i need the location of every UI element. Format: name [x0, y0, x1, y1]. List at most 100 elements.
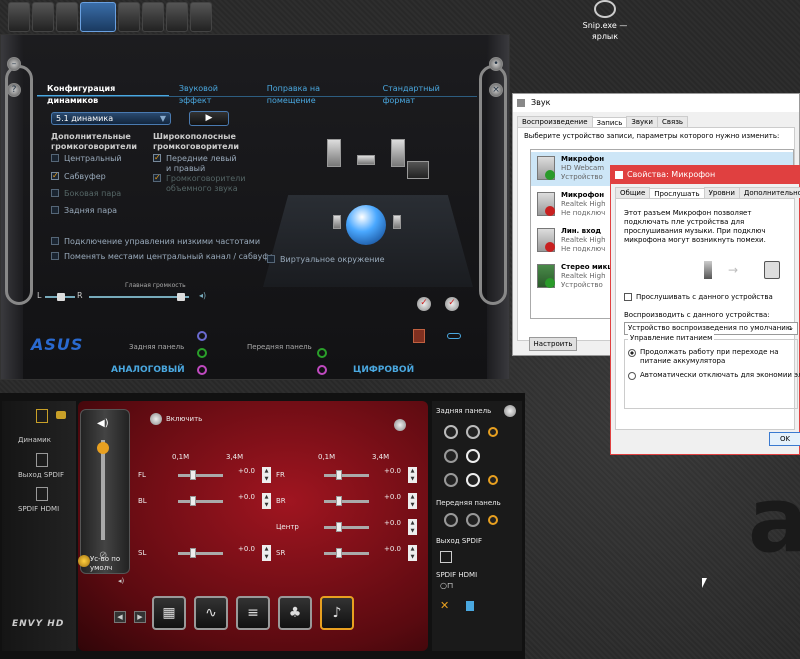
taskbar-search-icon[interactable]: [190, 2, 212, 32]
channel-stepper[interactable]: ▲ ▼: [262, 545, 271, 561]
ok-button[interactable]: OK: [769, 432, 800, 446]
center-speaker-icon[interactable]: [357, 155, 375, 165]
slider-thumb[interactable]: [190, 548, 196, 558]
default-device-toggle[interactable]: [78, 555, 90, 567]
check-subwoofer[interactable]: ✓ Сабвуфер: [51, 172, 106, 182]
channel-stepper[interactable]: ▲ ▼: [408, 493, 417, 509]
sidebar-item-hdmi[interactable]: SPDIF HDMI: [18, 505, 59, 513]
tab-sound-effect[interactable]: Звуковой эффект: [169, 83, 257, 105]
radio-button[interactable]: [628, 349, 636, 357]
taskbar-webcam-icon[interactable]: [80, 2, 116, 32]
slider-thumb[interactable]: [336, 522, 342, 532]
channel-slider[interactable]: [178, 470, 223, 480]
analog-label[interactable]: АНАЛОГОВЫЙ: [111, 365, 185, 375]
settings-icon[interactable]: •: [489, 57, 503, 71]
snip-shortcut[interactable]: Snip.exe — ярлык: [576, 0, 634, 42]
power-icon[interactable]: [504, 405, 516, 417]
jack-icon[interactable]: [488, 515, 498, 525]
front-left-speaker-icon[interactable]: [327, 139, 341, 167]
mixer-icon[interactable]: ▦: [152, 596, 186, 630]
slider-thumb[interactable]: [190, 496, 196, 506]
slider-thumb[interactable]: [336, 496, 342, 506]
taskbar-app-icon[interactable]: [166, 2, 188, 32]
taskbar-app-icon[interactable]: [142, 2, 164, 32]
balance-thumb[interactable]: [57, 293, 65, 301]
checkbox[interactable]: [51, 206, 59, 214]
enable-toggle[interactable]: [150, 413, 162, 425]
check-front-lr[interactable]: ✓ Передние левый и правый: [153, 154, 243, 174]
tab-sounds[interactable]: Звуки: [626, 116, 658, 127]
checkbox[interactable]: [51, 154, 59, 162]
radio-button[interactable]: [628, 372, 636, 380]
slider-thumb[interactable]: [190, 470, 196, 480]
tab-playback[interactable]: Воспроизведение: [517, 116, 593, 127]
tab-advanced[interactable]: Дополнительно: [738, 187, 800, 198]
check-swap-center[interactable]: Поменять местами центральный канал / саб…: [51, 252, 279, 262]
apply-icon[interactable]: ✓: [417, 297, 431, 311]
environment-icon[interactable]: ♣: [278, 596, 312, 630]
jack-icon[interactable]: [317, 365, 327, 375]
jack-icon[interactable]: [444, 473, 458, 487]
listen-checkbox-row[interactable]: Прослушивать с данного устройства: [624, 293, 773, 301]
master-volume-slider[interactable]: ◀) ⊘: [80, 409, 130, 574]
rear-right-speaker-icon[interactable]: [393, 215, 401, 229]
channel-stepper[interactable]: ▲ ▼: [262, 493, 271, 509]
checkbox[interactable]: ✓: [153, 154, 161, 162]
speaker-setup-icon[interactable]: ♪: [320, 596, 354, 630]
tab-speaker-config[interactable]: Конфигурация динамиков: [37, 83, 169, 105]
check-bass-management[interactable]: Подключение управления низкими частотами: [51, 237, 260, 247]
spdif-port-icon[interactable]: [440, 551, 452, 563]
checkbox[interactable]: [51, 237, 59, 245]
jack-icon[interactable]: [444, 449, 458, 463]
speaker-icon[interactable]: [36, 409, 48, 423]
tab-room-correction[interactable]: Поправка на помещение: [257, 83, 373, 105]
channel-slider[interactable]: [324, 522, 369, 532]
lock-icon[interactable]: [56, 411, 66, 419]
equalizer-icon[interactable]: ≡: [236, 596, 270, 630]
jack-icon[interactable]: [317, 348, 327, 358]
jack-icon[interactable]: [488, 475, 498, 485]
info-icon[interactable]: [466, 601, 474, 611]
jack-icon[interactable]: [444, 513, 458, 527]
check-side-pair[interactable]: Боковая пара: [51, 189, 121, 199]
tab-general[interactable]: Общие: [615, 187, 651, 198]
volume-track[interactable]: [101, 440, 105, 540]
check-virtual-surround[interactable]: Виртуальное окружение: [267, 255, 385, 265]
taskbar-app-icon[interactable]: [32, 2, 54, 32]
check-surround[interactable]: ✓ Громкоговорители объемного звука: [153, 174, 248, 194]
close-icon[interactable]: ×: [489, 83, 503, 97]
radio-continue[interactable]: Продолжать работу при переходе на питани…: [628, 348, 796, 366]
volume-track[interactable]: [89, 296, 189, 298]
mute-icon[interactable]: ◂): [199, 291, 206, 300]
channel-stepper[interactable]: ▲ ▼: [262, 467, 271, 483]
jack-icon[interactable]: [197, 331, 207, 341]
jack-icon[interactable]: [466, 425, 480, 439]
digital-label[interactable]: ЦИФРОВОЙ: [353, 365, 414, 375]
checkbox[interactable]: [51, 252, 59, 260]
rear-left-speaker-icon[interactable]: [333, 215, 341, 229]
spdif-icon[interactable]: [413, 329, 425, 343]
slider-thumb[interactable]: [336, 470, 342, 480]
radio-auto-off[interactable]: Автоматически отключать для экономии эле…: [628, 371, 800, 380]
checkbox[interactable]: ✓: [51, 172, 59, 180]
spdif-out-icon[interactable]: [36, 453, 48, 467]
channel-stepper[interactable]: ▲ ▼: [408, 519, 417, 535]
tab-standard-format[interactable]: Стандартный формат: [373, 83, 477, 105]
jack-icon[interactable]: [488, 427, 498, 437]
reset-icon[interactable]: ✓: [445, 297, 459, 311]
tab-communications[interactable]: Связь: [656, 116, 689, 127]
volume-thumb[interactable]: [177, 293, 185, 301]
sidebar-item-spdif[interactable]: Выход SPDIF: [18, 471, 64, 479]
front-right-speaker-icon[interactable]: [391, 139, 405, 167]
tools-icon[interactable]: ✕: [440, 599, 449, 612]
channel-slider[interactable]: [178, 496, 223, 506]
channel-stepper[interactable]: ▲ ▼: [408, 545, 417, 561]
power-toggle[interactable]: [394, 419, 406, 431]
minimize-icon[interactable]: –: [7, 57, 21, 71]
waveform-icon[interactable]: ∿: [194, 596, 228, 630]
play-test-button[interactable]: ▶: [189, 111, 229, 126]
volume-thumb[interactable]: [97, 442, 109, 454]
jack-icon[interactable]: [466, 473, 480, 487]
taskbar-app-icon[interactable]: [118, 2, 140, 32]
tab-levels[interactable]: Уровни: [703, 187, 740, 198]
